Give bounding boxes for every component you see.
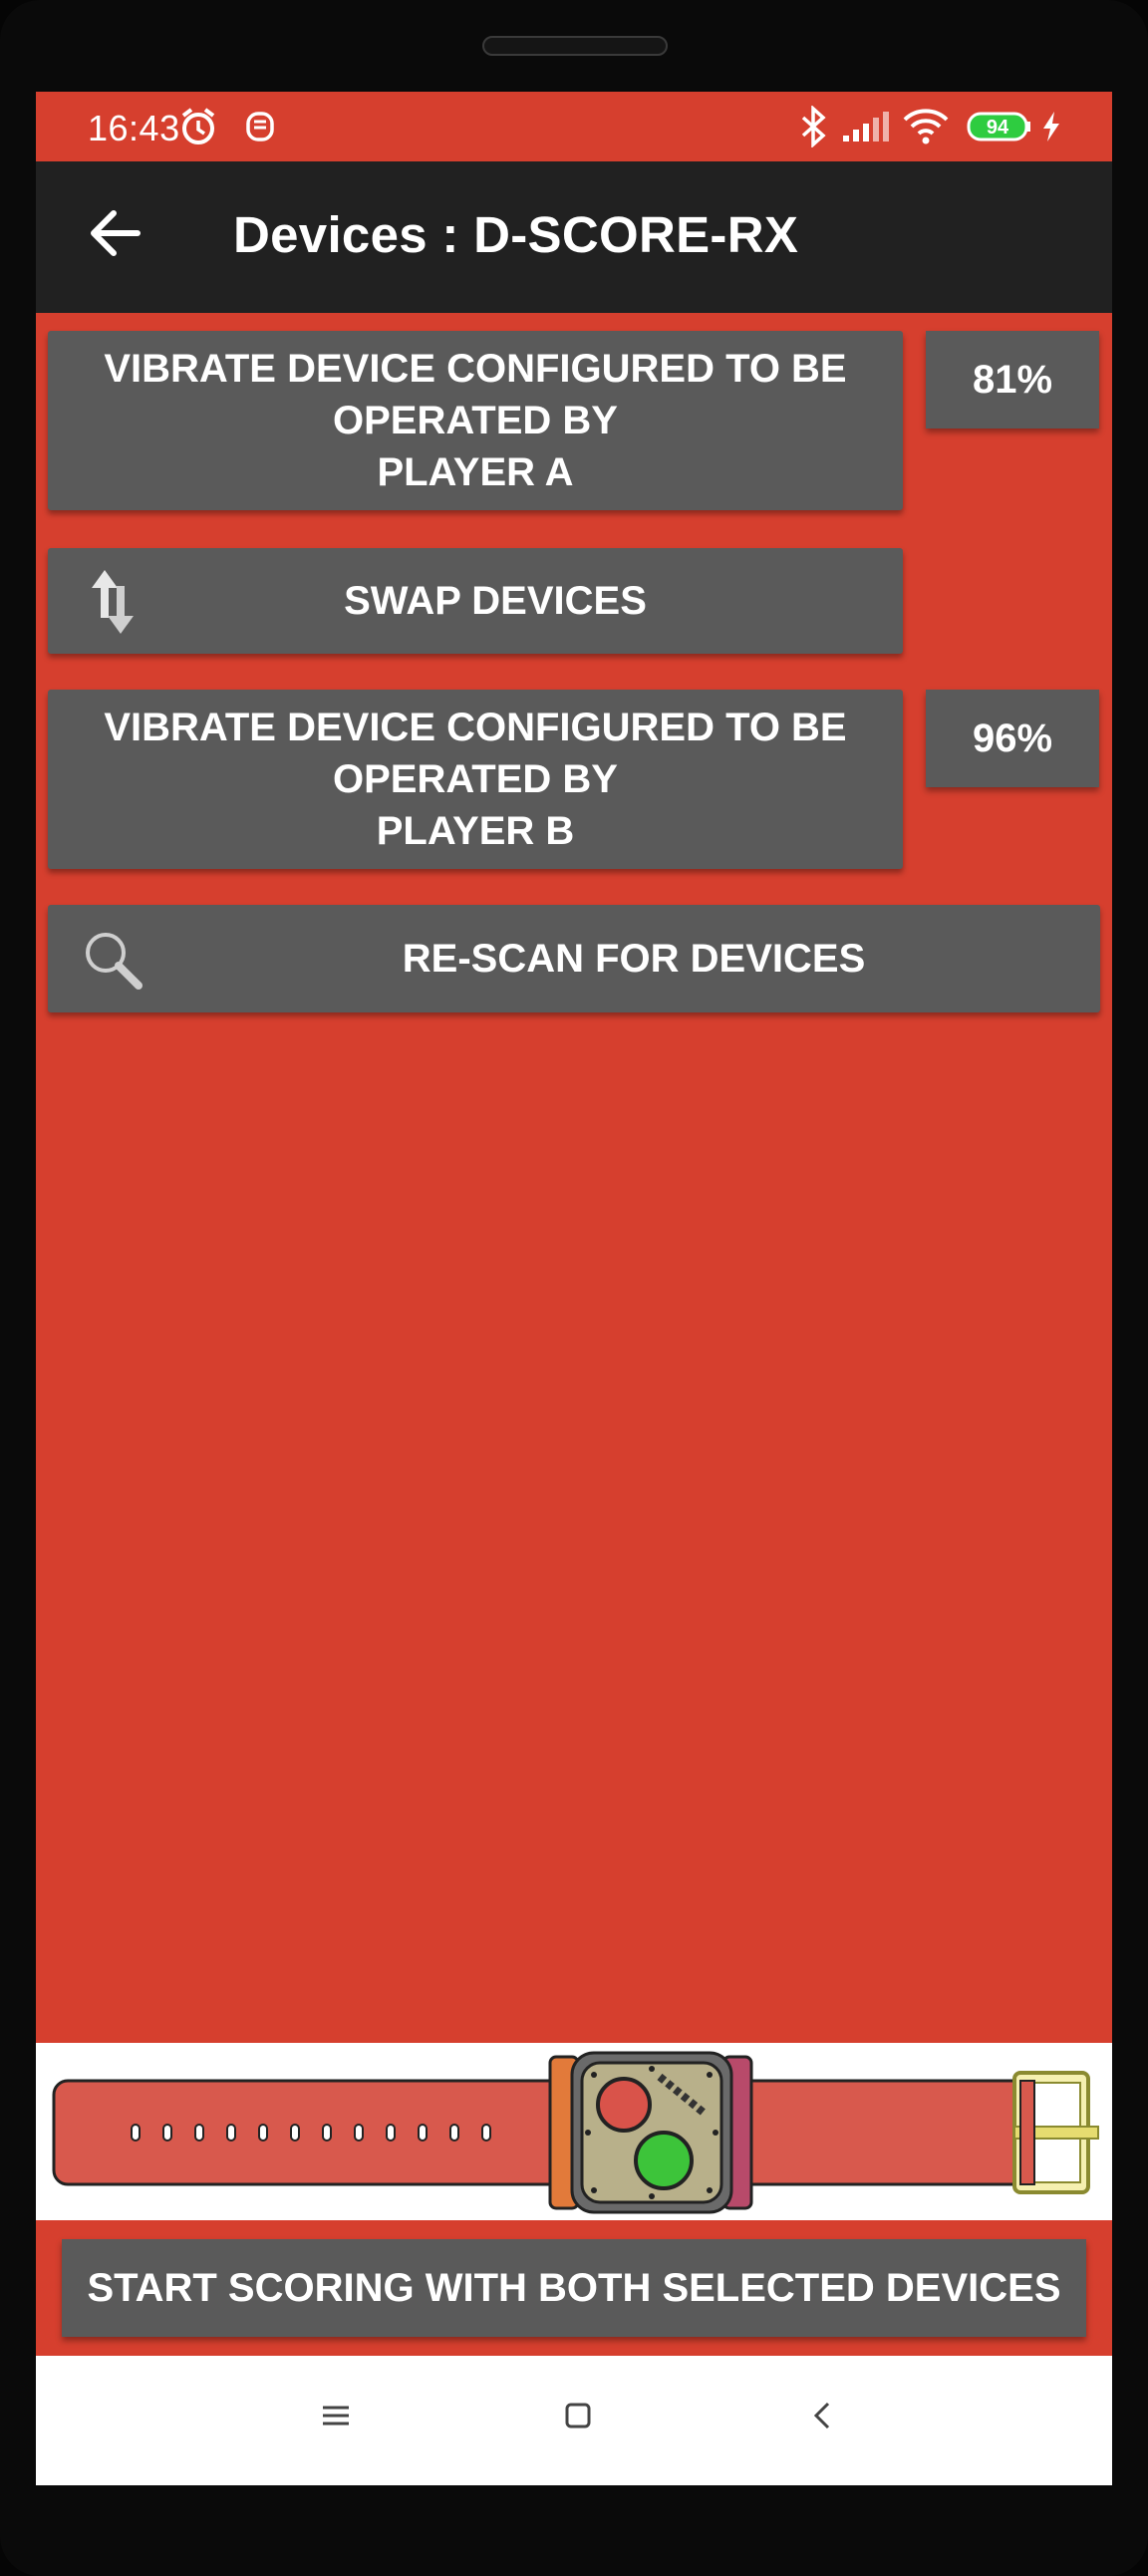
player-a-label-line2: OPERATED BY: [333, 399, 618, 442]
rescan-devices-button[interactable]: RE-SCAN FOR DEVICES: [48, 905, 1100, 1012]
charging-icon: [1040, 110, 1062, 152]
vibrate-player-b-button[interactable]: VIBRATE DEVICE CONFIGURED TO BE OPERATED…: [48, 690, 903, 869]
player-b-battery-badge: 96%: [926, 690, 1099, 787]
arrow-left-icon: [91, 210, 141, 256]
app-bar: Devices : D-SCORE-RX: [36, 161, 1112, 313]
player-b-label-line2: OPERATED BY: [333, 757, 618, 801]
swap-devices-label: SWAP DEVICES: [344, 579, 647, 623]
search-icon: [82, 929, 145, 1005]
status-bar: 16:43 94: [36, 92, 1112, 161]
back-icon[interactable]: [803, 2396, 863, 2445]
swap-devices-button[interactable]: SWAP DEVICES: [48, 548, 903, 654]
earpiece-speaker: [482, 36, 668, 56]
status-time: 16:43: [88, 108, 180, 148]
wifi-icon: [901, 106, 951, 154]
player-b-label-line3: PLAYER B: [376, 809, 575, 853]
phone-frame: 16:43 94 Devices: D-SCORE-RX VIBRATE DE…: [0, 0, 1148, 2576]
home-icon[interactable]: [558, 2396, 618, 2445]
back-button[interactable]: [86, 205, 155, 265]
navigation-bar: [36, 2356, 1112, 2485]
player-b-label-line1: VIBRATE DEVICE CONFIGURED TO BE: [104, 706, 847, 749]
page-title: Devices : D-SCORE-RX: [233, 206, 799, 263]
player-a-label-line1: VIBRATE DEVICE CONFIGURED TO BE: [104, 347, 847, 391]
bluetooth-icon: [799, 105, 829, 156]
battery-level: 94: [987, 117, 1009, 139]
rescan-label: RE-SCAN FOR DEVICES: [402, 937, 866, 981]
notification-icon: [243, 108, 277, 154]
screen: 16:43 94 Devices: D-SCORE-RX VIBRATE DE…: [36, 92, 1112, 2485]
alarm-icon: [177, 106, 219, 156]
start-scoring-button[interactable]: START SCORING WITH BOTH SELECTED DEVICES: [62, 2239, 1086, 2337]
swap-vertical-icon: [88, 566, 138, 651]
player-a-battery-badge: 81%: [926, 331, 1099, 429]
menu-icon[interactable]: [315, 2396, 375, 2445]
player-a-label-line3: PLAYER A: [377, 450, 574, 494]
signal-icon: [841, 110, 891, 152]
vibrate-player-a-button[interactable]: VIBRATE DEVICE CONFIGURED TO BE OPERATED…: [48, 331, 903, 510]
watch-illustration: [36, 2043, 1112, 2220]
battery-icon: 94: [967, 110, 1032, 151]
